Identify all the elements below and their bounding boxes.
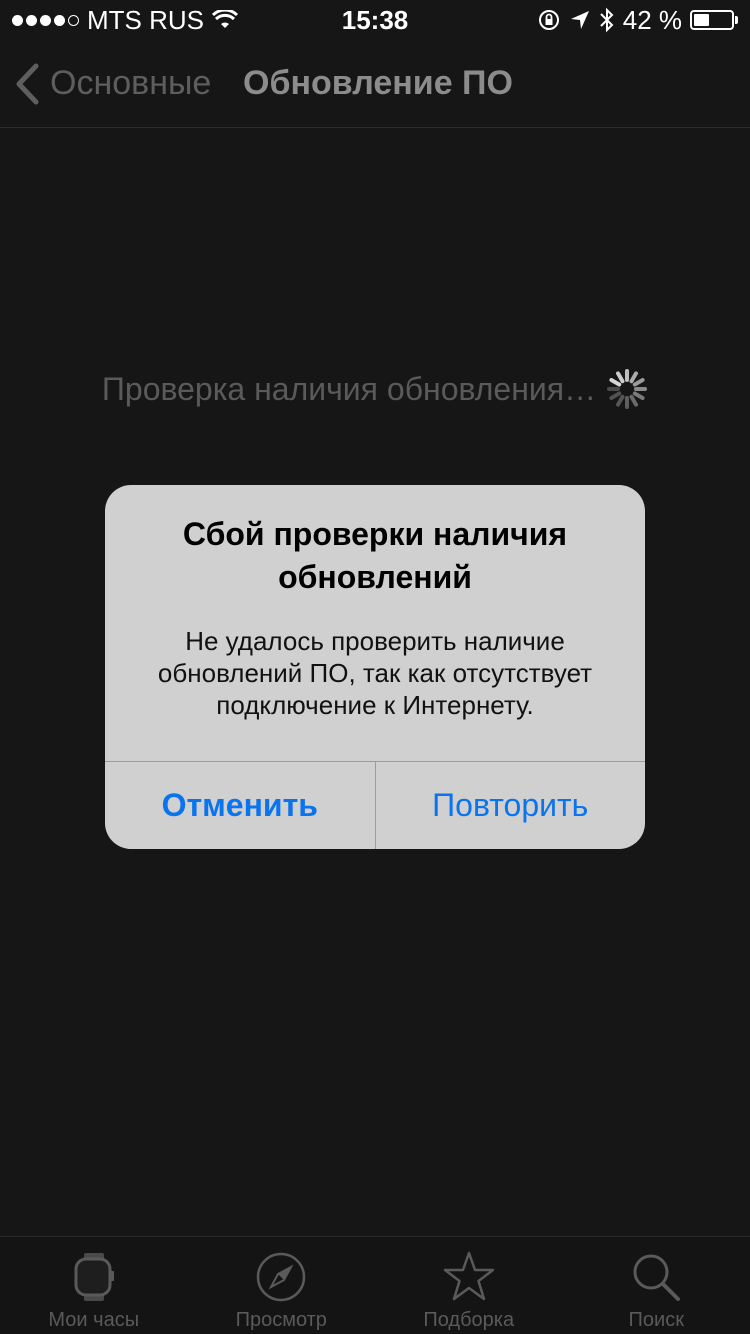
tab-bar: Мои часы Просмотр Подборка Поиск bbox=[0, 1236, 750, 1334]
tab-featured[interactable]: Подборка bbox=[375, 1237, 563, 1334]
chevron-left-icon bbox=[16, 63, 39, 104]
watch-icon bbox=[74, 1253, 114, 1301]
signal-strength-icon bbox=[12, 14, 79, 26]
screen: MTS RUS 15:38 42 % Основные Обновление П… bbox=[0, 0, 750, 1334]
page-title: Обновление ПО bbox=[243, 64, 513, 102]
tab-search[interactable]: Поиск bbox=[563, 1237, 750, 1334]
star-icon bbox=[443, 1251, 494, 1301]
tab-label: Подборка bbox=[423, 1309, 515, 1331]
checking-text: Проверка наличия обновления… bbox=[101, 370, 597, 407]
battery-percent: 42 % bbox=[622, 4, 682, 35]
tab-my-watch[interactable]: Мои часы bbox=[0, 1237, 188, 1334]
status-left: MTS RUS bbox=[12, 5, 238, 36]
orientation-lock-icon bbox=[538, 10, 559, 30]
location-icon bbox=[570, 11, 589, 29]
wifi-icon bbox=[212, 10, 238, 28]
back-button[interactable]: Основные bbox=[0, 63, 211, 105]
tab-label: Просмотр bbox=[235, 1309, 327, 1331]
back-label: Основные bbox=[50, 64, 212, 102]
status-right: 42 % bbox=[537, 5, 738, 36]
alert-button-row: Отменить Повторить bbox=[105, 761, 645, 849]
carrier-name: MTS RUS bbox=[87, 4, 204, 35]
error-alert-dialog: Сбой проверки наличия обновлений Не удал… bbox=[105, 485, 645, 849]
cancel-button[interactable]: Отменить bbox=[105, 762, 376, 849]
tab-explore[interactable]: Просмотр bbox=[188, 1237, 376, 1334]
status-bar: MTS RUS 15:38 42 % bbox=[0, 0, 750, 40]
activity-spinner-icon bbox=[607, 369, 648, 409]
tab-label: Поиск bbox=[628, 1309, 684, 1331]
battery-icon bbox=[690, 10, 738, 30]
tab-label: Мои часы bbox=[48, 1309, 140, 1331]
retry-button[interactable]: Повторить bbox=[376, 762, 646, 849]
navigation-bar: Основные Обновление ПО bbox=[0, 40, 750, 128]
alert-message: Не удалось проверить наличие обновлений … bbox=[157, 626, 593, 720]
update-check-status: Проверка наличия обновления… bbox=[0, 368, 750, 410]
compass-icon bbox=[257, 1252, 306, 1302]
search-icon bbox=[633, 1254, 681, 1301]
bluetooth-icon bbox=[600, 7, 614, 33]
alert-title: Сбой проверки наличия обновлений bbox=[182, 516, 568, 595]
